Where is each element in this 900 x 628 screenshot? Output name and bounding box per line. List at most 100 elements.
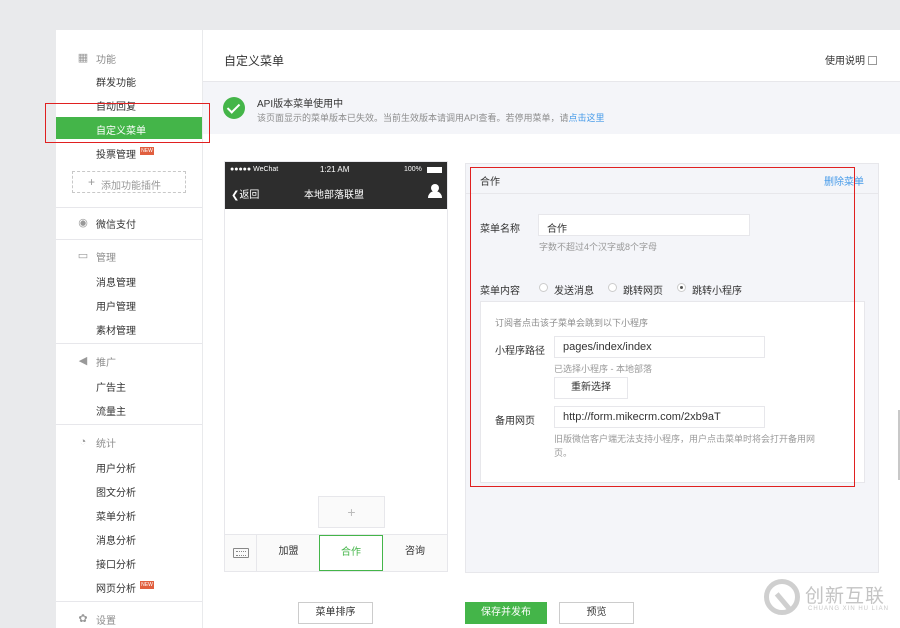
time-label: 1:21 AM bbox=[320, 165, 350, 174]
sidebar-item-label: 素材管理 bbox=[96, 326, 136, 337]
name-hint: 字数不超过4个汉字或8个字母 bbox=[539, 242, 658, 252]
sidebar-item-advertiser[interactable]: 广告主 bbox=[56, 374, 202, 396]
notice-desc: 该页面显示的菜单版本已失效。当前生效版本请调用API查看。若停用菜单，请点击这里 bbox=[257, 111, 605, 124]
sidebar-divider bbox=[56, 601, 202, 602]
sidebar-item-label: 接口分析 bbox=[96, 560, 136, 571]
plus-icon: + bbox=[88, 175, 96, 189]
sidebar-item-label: 用户分析 bbox=[96, 464, 136, 475]
sidebar-group-label: 功能 bbox=[96, 55, 116, 66]
backup-hint-line1: 旧版微信客户端无法支持小程序，用户点击菜单时将会打开备用网 bbox=[554, 434, 816, 444]
megaphone-icon: ◀ bbox=[78, 355, 88, 367]
pay-icon: ◉ bbox=[78, 217, 88, 229]
sidebar-item-custom-menu[interactable]: 自定义菜单 bbox=[56, 117, 202, 139]
delete-menu-link[interactable]: 删除菜单 bbox=[824, 173, 864, 188]
watermark: 创新互联 CHUANG XIN HU LIAN bbox=[762, 577, 898, 621]
content-label: 菜单内容 bbox=[480, 286, 520, 297]
sidebar-group-promote: ◀ 推广 bbox=[56, 352, 202, 370]
help-link[interactable]: 使用说明 bbox=[825, 52, 877, 67]
sidebar-divider bbox=[56, 207, 202, 208]
sidebar-item-user-analysis[interactable]: 用户分析 bbox=[56, 455, 202, 477]
backup-hint-line2: 页。 bbox=[554, 448, 573, 458]
sidebar-group-label: 统计 bbox=[96, 439, 116, 450]
sidebar-item-label: 群发功能 bbox=[96, 78, 136, 89]
sidebar-group-function: ▦ 功能 bbox=[56, 49, 202, 67]
user-icon bbox=[428, 184, 442, 198]
carrier-label: ●●●●● WeChat bbox=[230, 166, 279, 173]
radio-icon bbox=[608, 283, 617, 292]
watermark-logo-icon bbox=[764, 579, 800, 615]
page-title: 自定义菜单 bbox=[224, 54, 285, 68]
sidebar-divider bbox=[56, 424, 202, 425]
add-submenu-button[interactable]: + bbox=[318, 496, 385, 528]
sidebar-item-settings[interactable]: ✿ 设置 bbox=[56, 610, 202, 628]
inbox-icon: ▭ bbox=[77, 250, 89, 262]
radio-label: 跳转网页 bbox=[623, 286, 663, 297]
reselect-button[interactable]: 重新选择 bbox=[554, 377, 628, 399]
phone-header: ●●●●● WeChat 1:21 AM 100% ❮返回 本地部落联盟 bbox=[225, 162, 447, 209]
notice-link[interactable]: 点击这里 bbox=[569, 113, 605, 123]
radio-label: 发送消息 bbox=[554, 286, 594, 297]
notice-desc-text: 该页面显示的菜单版本已失效。当前生效版本请调用API查看。若停用菜单，请 bbox=[257, 113, 569, 123]
sidebar: ▦ 功能 群发功能 自动回复 自定义菜单 投票管理 NEW + 添加功能插件 ◉… bbox=[56, 30, 202, 628]
sidebar-item-api-analysis[interactable]: 接口分析 bbox=[56, 551, 202, 573]
sidebar-item-messages[interactable]: 消息管理 bbox=[56, 269, 202, 291]
new-badge: NEW bbox=[140, 581, 154, 589]
menu-tab-cooperate[interactable]: 合作 bbox=[319, 535, 383, 571]
sidebar-item-auto-reply[interactable]: 自动回复 bbox=[56, 93, 202, 115]
phone-title: 本地部落联盟 bbox=[304, 190, 364, 201]
sidebar-item-vote[interactable]: 投票管理 NEW bbox=[56, 141, 202, 163]
sidebar-item-label: 流量主 bbox=[96, 407, 126, 418]
back-button: ❮返回 bbox=[231, 186, 259, 201]
save-publish-button[interactable]: 保存并发布 bbox=[465, 602, 547, 624]
sidebar-group-label: 管理 bbox=[96, 253, 116, 264]
sidebar-item-label: 网页分析 bbox=[96, 584, 136, 595]
check-circle-icon bbox=[223, 97, 245, 119]
sidebar-item-label: 用户管理 bbox=[96, 302, 136, 313]
help-label: 使用说明 bbox=[825, 56, 865, 67]
phone-preview: ●●●●● WeChat 1:21 AM 100% ❮返回 本地部落联盟 + 加… bbox=[224, 161, 448, 572]
keyboard-icon bbox=[225, 535, 257, 571]
menu-tab-consult[interactable]: 咨询 bbox=[383, 535, 447, 571]
sidebar-item-wechat-pay[interactable]: ◉ 微信支付 bbox=[56, 214, 202, 232]
sidebar-item-users[interactable]: 用户管理 bbox=[56, 293, 202, 315]
miniprogram-path-input[interactable]: pages/index/index bbox=[554, 336, 765, 358]
menu-tab-join[interactable]: 加盟 bbox=[258, 535, 320, 571]
backup-label: 备用网页 bbox=[495, 416, 535, 427]
back-label: 返回 bbox=[239, 190, 260, 201]
radio-icon bbox=[539, 283, 548, 292]
miniprogram-settings: 订阅者点击该子菜单会跳到以下小程序 小程序路径 pages/index/inde… bbox=[480, 301, 865, 483]
sidebar-group-label: 微信支付 bbox=[96, 220, 136, 231]
path-label: 小程序路径 bbox=[495, 346, 545, 357]
sidebar-item-label: 广告主 bbox=[96, 383, 126, 394]
editor-menu-name: 合作 bbox=[480, 177, 500, 188]
pie-chart-icon: ◔ bbox=[79, 436, 87, 448]
name-label: 菜单名称 bbox=[480, 224, 520, 235]
sidebar-item-traffic-owner[interactable]: 流量主 bbox=[56, 398, 202, 420]
sidebar-item-web-analysis[interactable]: 网页分析 NEW bbox=[56, 575, 202, 597]
backup-url-input[interactable]: http://form.mikecrm.com/2xb9aT bbox=[554, 406, 765, 428]
sidebar-group-stats: ◔ 统计 bbox=[56, 433, 202, 451]
sidebar-item-label: 消息管理 bbox=[96, 278, 136, 289]
sidebar-item-label: 自动回复 bbox=[96, 102, 136, 113]
sidebar-group-label: 推广 bbox=[96, 358, 116, 369]
sidebar-divider bbox=[56, 239, 202, 240]
add-plugin-button[interactable]: + 添加功能插件 bbox=[72, 171, 186, 193]
battery-icon bbox=[427, 167, 442, 173]
sidebar-item-menu-analysis[interactable]: 菜单分析 bbox=[56, 503, 202, 525]
sidebar-item-materials[interactable]: 素材管理 bbox=[56, 317, 202, 339]
preview-button[interactable]: 预览 bbox=[559, 602, 634, 624]
sidebar-item-mass-send[interactable]: 群发功能 bbox=[56, 69, 202, 91]
sidebar-group-manage: ▭ 管理 bbox=[56, 247, 202, 265]
sidebar-item-label: 菜单分析 bbox=[96, 512, 136, 523]
sidebar-item-message-analysis[interactable]: 消息分析 bbox=[56, 527, 202, 549]
editor-header: 合作 删除菜单 bbox=[466, 164, 878, 194]
menu-sort-button[interactable]: 菜单排序 bbox=[298, 602, 373, 624]
sidebar-item-label: 自定义菜单 bbox=[96, 126, 146, 137]
backup-hint: 旧版微信客户端无法支持小程序，用户点击菜单时将会打开备用网 页。 bbox=[554, 432, 854, 460]
sidebar-item-label: 投票管理 bbox=[96, 150, 136, 161]
sidebar-item-article-analysis[interactable]: 图文分析 bbox=[56, 479, 202, 501]
new-badge: NEW bbox=[140, 147, 154, 155]
miniprogram-desc: 订阅者点击该子菜单会跳到以下小程序 bbox=[495, 318, 649, 328]
watermark-cn: 创新互联 bbox=[805, 586, 886, 607]
menu-name-input[interactable]: 合作 bbox=[538, 214, 750, 236]
